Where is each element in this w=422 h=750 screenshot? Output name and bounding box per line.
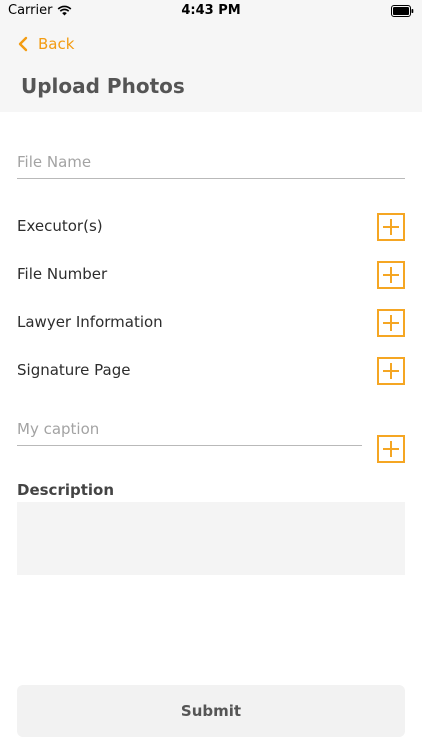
add-caption-button[interactable] bbox=[377, 435, 405, 463]
status-time: 4:43 PM bbox=[181, 3, 241, 18]
lawyer-information-label: Lawyer Information bbox=[17, 313, 163, 331]
add-signature-page-button[interactable] bbox=[377, 357, 405, 385]
file-name-input[interactable] bbox=[17, 145, 405, 179]
caption-input[interactable] bbox=[17, 412, 362, 446]
status-bar: Carrier 4:43 PM bbox=[0, 0, 422, 22]
add-file-number-button[interactable] bbox=[377, 261, 405, 289]
battery-icon bbox=[391, 5, 414, 17]
executors-label: Executor(s) bbox=[17, 217, 103, 235]
description-textarea[interactable] bbox=[17, 502, 405, 575]
signature-page-label: Signature Page bbox=[17, 361, 131, 379]
page-title: Upload Photos bbox=[21, 74, 185, 98]
file-number-label: File Number bbox=[17, 265, 108, 283]
header-region: Carrier 4:43 PM Back Upload Photos bbox=[0, 0, 422, 112]
back-button[interactable]: Back bbox=[18, 35, 74, 53]
description-label: Description bbox=[17, 481, 115, 499]
chevron-left-icon bbox=[18, 36, 28, 52]
submit-button[interactable]: Submit bbox=[17, 685, 405, 737]
back-label: Back bbox=[38, 35, 75, 53]
add-lawyer-information-button[interactable] bbox=[377, 309, 405, 337]
add-executors-button[interactable] bbox=[377, 213, 405, 241]
